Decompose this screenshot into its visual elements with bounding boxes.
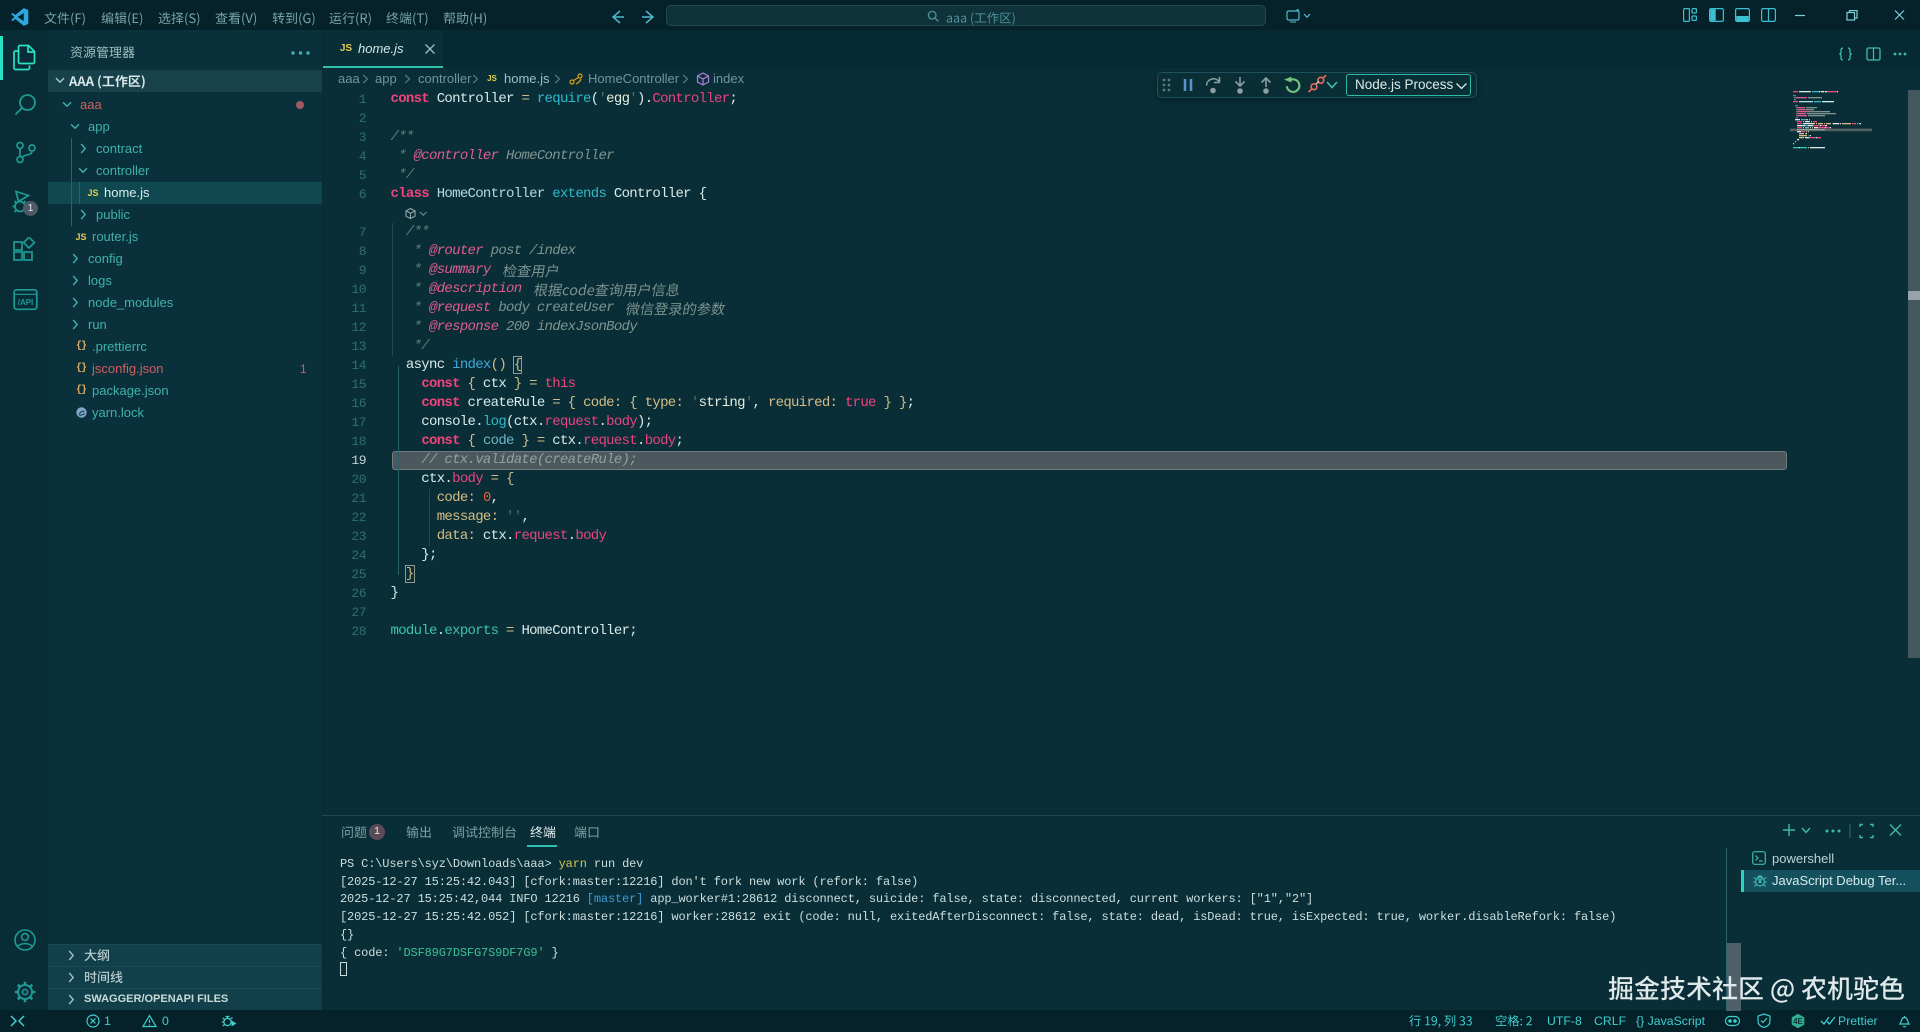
svg-text:4E: 4E	[1793, 1017, 1803, 1026]
